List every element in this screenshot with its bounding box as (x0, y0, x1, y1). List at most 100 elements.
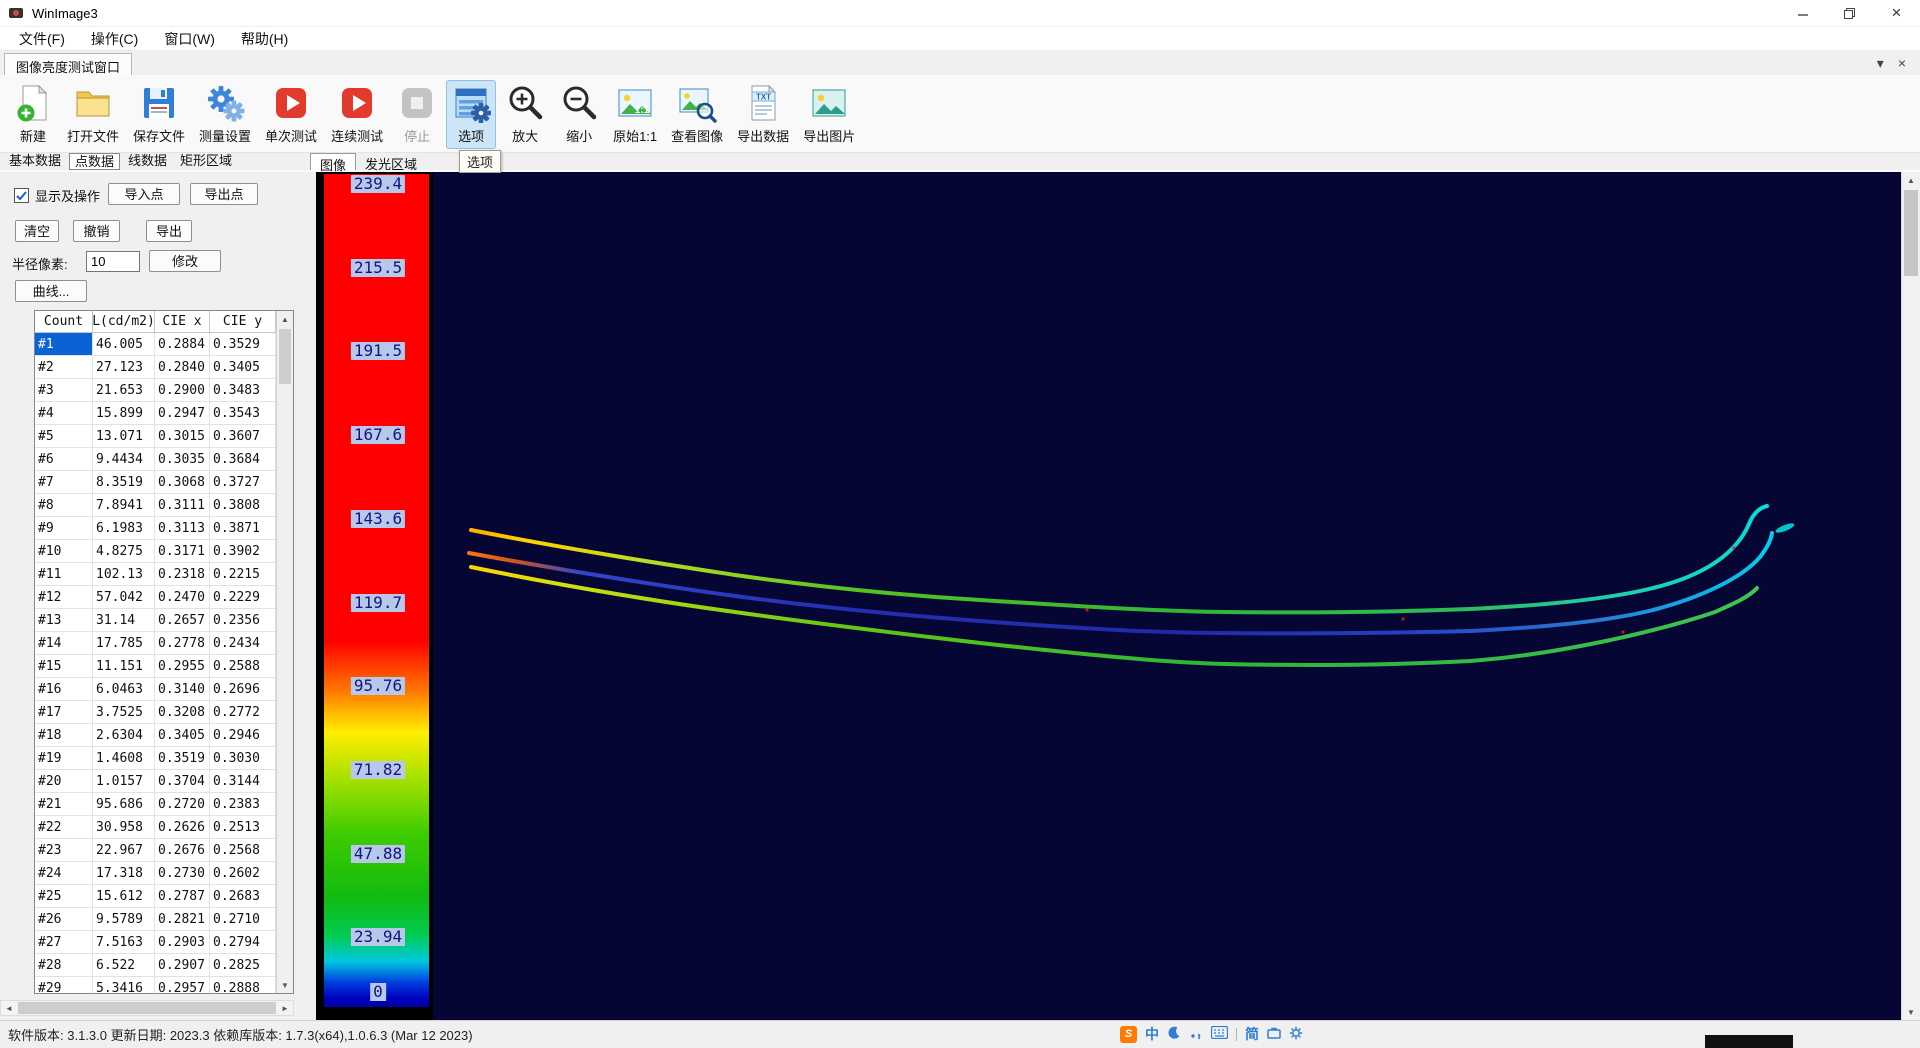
menu-operate[interactable]: 操作(C) (78, 27, 151, 51)
save-file-button[interactable]: 保存文件 (128, 80, 190, 149)
measure-settings-button[interactable]: 测量设置 (194, 80, 256, 149)
zoom-in-button[interactable]: 放大 (500, 80, 550, 149)
halfwidth-moon-icon[interactable] (1167, 1026, 1181, 1043)
panel-horizontal-scrollbar[interactable]: ◄ ► (0, 1000, 294, 1016)
table-row[interactable]: #286.5220.29070.2825 (35, 954, 293, 977)
view-tab-image[interactable]: 图像 (310, 153, 356, 170)
table-header-cell[interactable]: CIE y (210, 311, 276, 333)
table-header-cell[interactable]: CIE x (155, 311, 210, 333)
table-cell: 0.2470 (155, 586, 210, 609)
table-row[interactable]: #201.01570.37040.3144 (35, 770, 293, 793)
menu-help[interactable]: 帮助(H) (228, 27, 301, 51)
close-button[interactable]: × (1873, 0, 1920, 26)
table-row[interactable]: #1331.140.26570.2356 (35, 609, 293, 632)
radius-input[interactable] (86, 251, 140, 272)
table-row[interactable]: #96.19830.31130.3871 (35, 517, 293, 540)
table-row[interactable]: #269.57890.28210.2710 (35, 908, 293, 931)
ime-settings-gear-icon[interactable] (1289, 1026, 1303, 1043)
table-row[interactable]: #227.1230.28400.3405 (35, 356, 293, 379)
stop-button[interactable]: 停止 (392, 80, 442, 149)
table-row[interactable]: #173.75250.32080.2772 (35, 701, 293, 724)
data-tab-point[interactable]: 点数据 (69, 153, 120, 170)
table-scrollbar[interactable]: ▲ ▼ (276, 311, 293, 993)
table-cell: 0.3543 (210, 402, 276, 425)
table-row[interactable]: #1257.0420.24700.2229 (35, 586, 293, 609)
restore-button[interactable] (1826, 0, 1873, 26)
scroll-left-icon[interactable]: ◄ (1, 1001, 17, 1015)
scroll-down-icon[interactable]: ▼ (277, 977, 293, 993)
clear-button[interactable]: 清空 (15, 220, 59, 242)
menu-window[interactable]: 窗口(W) (151, 27, 228, 51)
table-row[interactable]: #182.63040.34050.2946 (35, 724, 293, 747)
open-file-button[interactable]: 打开文件 (62, 80, 124, 149)
modify-button[interactable]: 修改 (149, 250, 221, 272)
table-row[interactable]: #87.89410.31110.3808 (35, 494, 293, 517)
table-row[interactable]: #1511.1510.29550.2588 (35, 655, 293, 678)
export-image-button[interactable]: 导出图片 (798, 80, 860, 149)
table-row[interactable]: #295.34160.29570.2888 (35, 977, 293, 994)
show-operate-checkbox[interactable] (14, 188, 29, 203)
table-row[interactable]: #191.46080.35190.3030 (35, 747, 293, 770)
table-row[interactable]: #11102.130.23180.2215 (35, 563, 293, 586)
menu-file[interactable]: 文件(F) (6, 27, 78, 51)
table-row[interactable]: #78.35190.30680.3727 (35, 471, 293, 494)
svg-text:1:1: 1:1 (635, 105, 650, 116)
scroll-thumb[interactable] (18, 1002, 276, 1014)
table-row[interactable]: #415.8990.29470.3543 (35, 402, 293, 425)
table-row[interactable]: #104.82750.31710.3902 (35, 540, 293, 563)
table-row[interactable]: #2195.6860.27200.2383 (35, 793, 293, 816)
ime-language-toggle[interactable]: 中 (1145, 1024, 1159, 1044)
minimize-button[interactable] (1779, 0, 1826, 26)
table-row[interactable]: #69.44340.30350.3684 (35, 448, 293, 471)
options-button[interactable]: 选项 (446, 80, 496, 149)
scroll-thumb[interactable] (279, 329, 291, 384)
table-row[interactable]: #321.6530.29000.3483 (35, 379, 293, 402)
table-cell: 17.785 (93, 632, 155, 655)
curve-button[interactable]: 曲线... (15, 280, 87, 302)
export-button[interactable]: 导出 (146, 220, 192, 242)
table-row[interactable]: #513.0710.30150.3607 (35, 425, 293, 448)
continuous-test-button[interactable]: 连续测试 (326, 80, 388, 149)
data-tab-basic[interactable]: 基本数据 (4, 153, 66, 170)
data-tab-rect[interactable]: 矩形区域 (175, 153, 237, 170)
table-row[interactable]: #2417.3180.27300.2602 (35, 862, 293, 885)
table-row[interactable]: #2515.6120.27870.2683 (35, 885, 293, 908)
single-test-button[interactable]: 单次测试 (260, 80, 322, 149)
table-header-cell[interactable]: Count (35, 311, 93, 333)
scroll-thumb[interactable] (1904, 190, 1918, 276)
scroll-up-icon[interactable]: ▲ (1902, 172, 1920, 188)
tab-image-brightness-test[interactable]: 图像亮度测试窗口 (4, 53, 132, 75)
scroll-down-icon[interactable]: ▼ (1902, 1004, 1920, 1020)
view-tab-glow-area[interactable]: 发光区域 (356, 153, 426, 170)
soft-keyboard-icon[interactable] (1211, 1026, 1228, 1042)
table-row[interactable]: #2322.9670.26760.2568 (35, 839, 293, 862)
table-cell: 46.005 (93, 333, 155, 356)
tab-close-icon[interactable]: × (1898, 55, 1906, 71)
table-row[interactable]: #166.04630.31400.2696 (35, 678, 293, 701)
ime-logo-icon[interactable]: S (1120, 1026, 1137, 1043)
zoom-out-button[interactable]: 缩小 (554, 80, 604, 149)
table-row[interactable]: #146.0050.28840.3529 (35, 333, 293, 356)
simplified-toggle[interactable]: 简 (1245, 1024, 1259, 1044)
table-cell: 0.3144 (210, 770, 276, 793)
original-1to1-button[interactable]: 1:1原始1:1 (608, 80, 662, 149)
scroll-right-icon[interactable]: ► (277, 1001, 293, 1015)
punctuation-icon[interactable] (1189, 1026, 1203, 1043)
export-data-button[interactable]: TXT导出数据 (732, 80, 794, 149)
new-button[interactable]: 新建 (8, 80, 58, 149)
import-points-button[interactable]: 导入点 (108, 183, 180, 205)
data-tab-line[interactable]: 线数据 (123, 153, 172, 170)
tab-list-dropdown-icon[interactable]: ▾ (1877, 55, 1884, 72)
toolbox-icon[interactable] (1267, 1026, 1281, 1042)
table-row[interactable]: #277.51630.29030.2794 (35, 931, 293, 954)
table-cell: 6.1983 (93, 517, 155, 540)
scroll-up-icon[interactable]: ▲ (277, 311, 293, 327)
view-image-button[interactable]: 查看图像 (666, 80, 728, 149)
undo-button[interactable]: 撤销 (73, 220, 120, 242)
export-points-button[interactable]: 导出点 (190, 183, 258, 205)
vertical-scrollbar[interactable]: ▲ ▼ (1901, 172, 1920, 1020)
measurement-image[interactable] (433, 172, 1901, 1020)
table-row[interactable]: #2230.9580.26260.2513 (35, 816, 293, 839)
table-row[interactable]: #1417.7850.27780.2434 (35, 632, 293, 655)
table-header-cell[interactable]: L(cd/m2) (93, 311, 155, 333)
